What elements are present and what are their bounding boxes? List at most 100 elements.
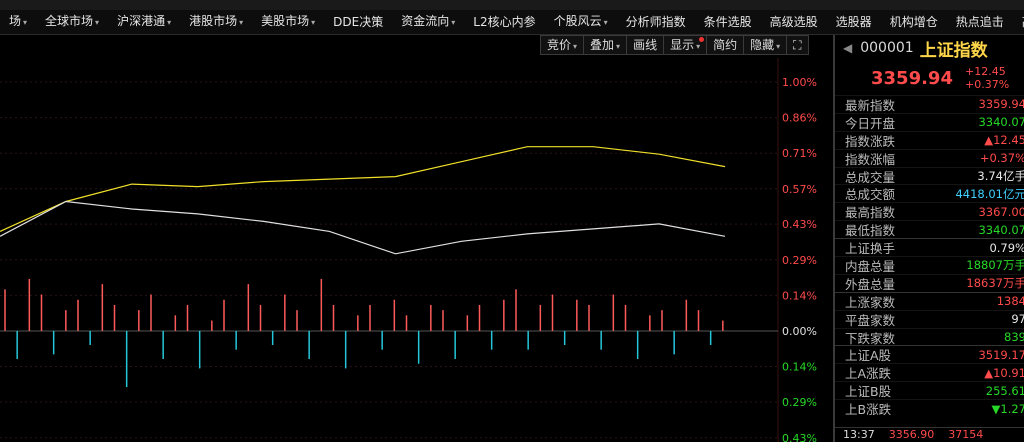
menu-item[interactable]: L2核心内参 [464, 10, 544, 34]
menu-item-label: DDE决策 [333, 15, 384, 29]
current-price: 3359.94 [871, 67, 953, 89]
menu-item[interactable]: 全球市场 ▾ [36, 10, 108, 34]
toolbar-button-label: 竞价 [547, 38, 572, 52]
stat-row: 最高指数 3367.00 [835, 202, 1024, 220]
stat-row: 今日开盘 3340.07 [835, 112, 1024, 131]
price-axis-label: 0.00% [782, 325, 817, 338]
menu-item-label: L2核心内参 [473, 15, 536, 29]
stat-value: 3.74亿手 [977, 169, 1024, 183]
menu-item-label: 条件选股 [703, 15, 752, 29]
stat-value: 3367.00 [978, 204, 1024, 219]
menu-item[interactable]: 选股器 [827, 10, 881, 34]
quote-header: ◀ 000001 上证指数 [835, 35, 1024, 61]
stat-value: 4418.01亿元 [955, 186, 1024, 201]
stat-row: 上涨家数 1384 [835, 291, 1024, 310]
menu-item[interactable]: 港股市场 ▾ [180, 10, 252, 34]
price-axis-label: 0.14% [782, 361, 817, 374]
stat-value: 839 [1004, 330, 1024, 345]
menu-item[interactable]: 个股风云 ▾ [545, 10, 617, 34]
stat-value: ▲10.91 [984, 365, 1024, 380]
stat-label: 上证A股 [845, 348, 892, 364]
stat-row: 最低指数 3340.07 [835, 220, 1024, 238]
menu-item[interactable]: 高级选股 [761, 10, 827, 34]
menu-item[interactable]: 条件选股 [695, 10, 761, 34]
price-axis-label: 1.00% [782, 76, 817, 89]
stat-label: 上B涨跌 [845, 402, 892, 418]
stat-value: 255.61 [985, 383, 1024, 398]
stat-label: 指数涨幅 [845, 151, 896, 167]
price-block: 3359.94 +12.45 +0.37% [835, 61, 1024, 95]
stat-row: 总成交量 3.74亿手 [835, 166, 1024, 185]
toolbar-button-label: 画线 [633, 38, 658, 52]
toolbar-button[interactable]: 竞价 ▾ [540, 35, 585, 55]
menu-item[interactable]: 资金流向 ▾ [392, 10, 464, 34]
stat-label: 平盘家数 [845, 312, 896, 328]
tick-time: 13:37 [843, 428, 875, 441]
stat-row: 指数涨幅 +0.37% [835, 148, 1024, 167]
prev-stock-icon[interactable]: ◀ [843, 41, 852, 55]
stat-value: 3359.94 [978, 97, 1024, 112]
menu-item[interactable]: 热点追击 [947, 10, 1013, 34]
chevron-down-icon: ▾ [95, 18, 100, 27]
stat-label: 总成交量 [845, 169, 896, 185]
stat-value: 3340.07 [978, 115, 1024, 130]
chevron-down-icon: ▾ [573, 42, 578, 51]
stat-row: 下跌家数 839 [835, 327, 1024, 346]
toolbar-button[interactable]: 显示 ▾ [663, 35, 708, 55]
stat-value: 18637万手 [966, 276, 1024, 291]
chevron-down-icon: ▾ [616, 42, 621, 51]
stat-row: 外盘总量 18637万手 [835, 273, 1024, 292]
tick-volume: 37154 [948, 428, 984, 441]
menu-item-label: 美股市场 [261, 14, 310, 28]
menu-item[interactable]: DDE决策 [324, 10, 392, 34]
stat-row: 上证换手 0.79% [835, 238, 1024, 256]
stat-row: 平盘家数 97 [835, 309, 1024, 328]
menu-item-label: 全球市场 [45, 14, 94, 28]
stat-value: 3519.17 [978, 347, 1024, 362]
menu-item[interactable]: 机构增仓 [881, 10, 947, 34]
stat-label: 今日开盘 [845, 115, 896, 131]
stat-label: 下跌家数 [845, 330, 896, 346]
stat-row: 总成交额 4418.01亿元 [835, 184, 1024, 202]
chevron-down-icon: ▾ [603, 18, 608, 27]
chevron-down-icon: ▾ [23, 18, 28, 27]
stat-label: 最高指数 [845, 205, 896, 221]
stat-row: 最新指数 3359.94 [835, 95, 1024, 113]
stat-value: 3340.07 [978, 222, 1024, 237]
toolbar-button-label: 简约 [713, 38, 738, 52]
tick-price: 3356.90 [888, 428, 935, 441]
toolbar-button[interactable]: 叠加 ▾ [583, 35, 628, 55]
toolbar-button-label: 显示 [670, 38, 695, 52]
stat-row: 上A涨跌 ▲10.91 [835, 363, 1024, 381]
stat-value: 1384 [996, 294, 1024, 309]
index-line [0, 200, 726, 255]
stat-label: 总成交额 [845, 187, 896, 203]
stat-label: 内盘总量 [845, 258, 896, 274]
stock-code: 000001 [860, 40, 914, 56]
toolbar-button-label: 隐藏 [750, 38, 775, 52]
menu-item[interactable]: 分析师指数 [617, 10, 695, 34]
quote-stats: 最新指数 3359.94 今日开盘 3340.07 指数涨跌 ▲12.45 指数涨幅 +0.3… [835, 95, 1024, 417]
toolbar-button[interactable]: 画线 [626, 35, 665, 55]
toolbar-button[interactable]: 隐藏 ▾ [743, 35, 788, 55]
price-axis-label: 0.29% [782, 396, 817, 409]
menu-item-label: 高级选股 [769, 15, 818, 29]
menu-item[interactable]: 沪深港通 ▾ [108, 10, 180, 34]
menu-item[interactable]: 场 ▾ [0, 10, 36, 34]
menu-item-label: 个股风云 [553, 14, 602, 28]
price-axis-label: 0.57% [782, 183, 817, 196]
intraday-chart[interactable]: 1.00% 0.86% 0.71% 0.57% 0.43% 0.29% 0.14% 0.00%… [0, 58, 832, 442]
menu-item-label: 沪深港通 [117, 14, 166, 28]
price-change-pct: +0.37% [964, 78, 1010, 91]
menu-item-label: 选股器 [835, 15, 872, 29]
expand-icon[interactable]: ⛶ [786, 35, 809, 55]
menu-item[interactable]: 高成长性 [1013, 10, 1024, 34]
chevron-down-icon: ▾ [239, 18, 244, 27]
stat-label: 上证B股 [845, 384, 892, 400]
stat-value: +0.37% [979, 151, 1024, 166]
toolbar-button[interactable]: 简约 [706, 35, 745, 55]
stock-name: 上证指数 [919, 40, 988, 61]
menu-item[interactable]: 美股市场 ▾ [252, 10, 324, 34]
stat-value: 18807万手 [966, 258, 1024, 273]
window-title-strip [0, 0, 1024, 10]
